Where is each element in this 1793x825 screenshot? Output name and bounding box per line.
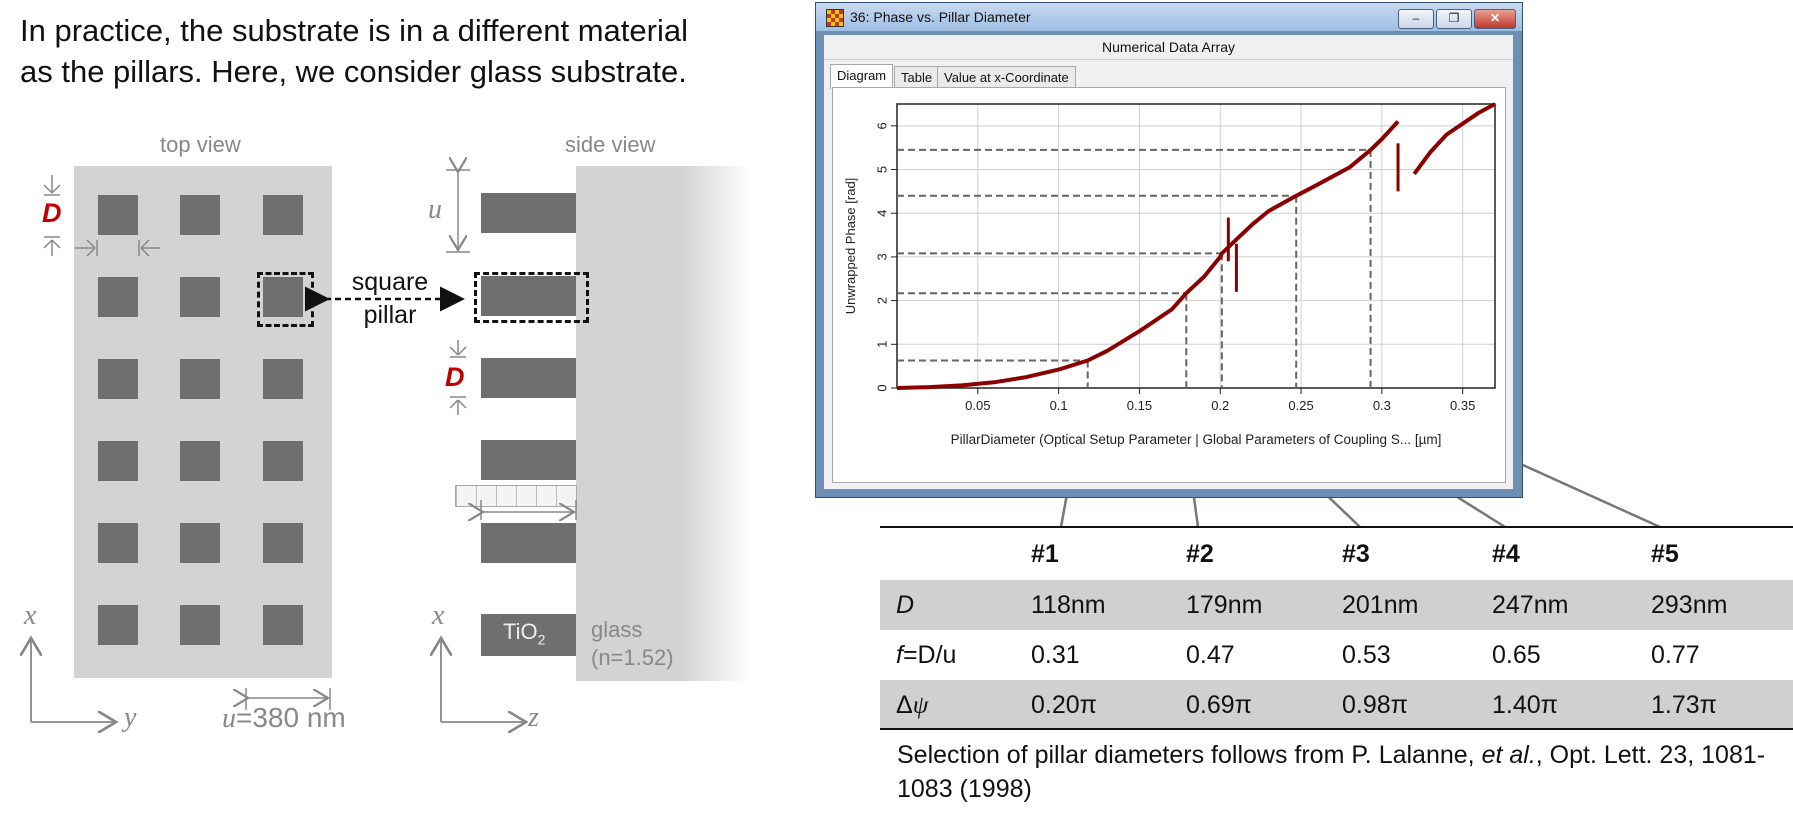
row-label-d: D — [896, 591, 915, 619]
d-dimension-side — [449, 340, 467, 415]
table-cell: 0.53 — [1342, 641, 1391, 669]
reference-etal: et al. — [1481, 741, 1536, 769]
table-cell: 0.31 — [1031, 641, 1080, 669]
plot-area: 0.05 0.1 0.15 0.2 0.25 0.3 0.35 0 1 2 3 4 5 6 PillarDi… — [832, 87, 1506, 483]
y-axis-label: Unwrapped Phase [rad] — [843, 178, 858, 315]
reference-text: Selection of pillar diameters follows fr… — [897, 738, 1777, 806]
minimize-button[interactable]: ‒ — [1398, 9, 1434, 29]
y-tick-label: 2 — [874, 297, 889, 304]
table-top-rule — [880, 526, 1793, 528]
table-header-row: #1 #2 #3 #4 #5 — [880, 529, 1793, 579]
y-tick-label: 3 — [874, 253, 889, 260]
tab-table[interactable]: Table — [894, 66, 940, 89]
window-title: 36: Phase vs. Pillar Diameter — [850, 9, 1031, 25]
table-cell: 247nm — [1492, 591, 1569, 619]
phase-series-line — [896, 102, 1496, 390]
table-cell: 293nm — [1651, 591, 1728, 619]
y-tick-label: 1 — [874, 341, 889, 348]
table-cell: 118nm — [1031, 591, 1106, 619]
table-cell: 201nm — [1342, 591, 1419, 619]
table-header-4: #4 — [1492, 540, 1520, 568]
table-cell: 0.77 — [1651, 641, 1700, 669]
app-icon — [826, 9, 844, 27]
plot-frame — [896, 103, 1496, 389]
x-tick-label: 0.3 — [1373, 398, 1391, 413]
y-tick-label: 0 — [874, 384, 889, 391]
period-dimension — [246, 688, 331, 710]
window-body: Numerical Data Array Diagram Table Value… — [824, 35, 1513, 489]
table-header-5: #5 — [1651, 540, 1679, 568]
table-row-f: f=D/u 0.31 0.47 0.53 0.65 0.77 — [880, 630, 1793, 680]
axes-side-view — [441, 638, 526, 722]
axes-top-view — [31, 638, 116, 722]
table-cell: 179nm — [1186, 591, 1263, 619]
y-tick-label: 4 — [874, 210, 889, 217]
table-cell: 0.69π — [1186, 691, 1252, 719]
table-bottom-rule — [880, 728, 1793, 730]
d-dimension-top — [43, 175, 160, 257]
table-row-phase: Δψ 0.20π 0.69π 0.98π 1.40π 1.73π — [880, 680, 1793, 730]
table-cell: 0.98π — [1342, 691, 1408, 719]
reference-prefix: Selection of pillar diameters follows fr… — [897, 741, 1482, 769]
x-tick-label: 0.25 — [1288, 398, 1313, 413]
table-cell: 1.40π — [1492, 691, 1558, 719]
x-tick-label: 0.05 — [965, 398, 990, 413]
table-header-2: #2 — [1186, 540, 1214, 568]
x-tick-label: 0.1 — [1050, 398, 1068, 413]
row-label-phase: Δψ — [896, 691, 929, 719]
restore-button[interactable]: ❐ — [1436, 9, 1472, 29]
side-width-dimension — [481, 500, 577, 520]
table-header-1: #1 — [1031, 540, 1059, 568]
tab-diagram[interactable]: Diagram — [830, 64, 894, 89]
x-tick-label: 0.15 — [1127, 398, 1152, 413]
table-row-d: D 118nm 179nm 201nm 247nm 293nm — [880, 580, 1793, 630]
u-dimension-side — [446, 170, 470, 253]
x-tick-label: 0.2 — [1211, 398, 1229, 413]
y-tick-label: 5 — [874, 166, 889, 173]
row-label-f: f=D/u — [896, 641, 957, 669]
x-axis-label: PillarDiameter (Optical Setup Parameter … — [951, 432, 1442, 447]
table-cell: 0.65 — [1492, 641, 1541, 669]
window-titlebar[interactable]: 36: Phase vs. Pillar Diameter ‒ ❐ ✕ — [816, 3, 1522, 31]
x-tick-label: 0.35 — [1450, 398, 1475, 413]
phase-chart: 0.05 0.1 0.15 0.2 0.25 0.3 0.35 0 1 2 3 4 5 6 PillarDi… — [843, 102, 1496, 447]
chart-window: 36: Phase vs. Pillar Diameter ‒ ❐ ✕ Nume… — [815, 2, 1523, 498]
table-cell: 0.47 — [1186, 641, 1235, 669]
tab-value-at-x[interactable]: Value at x-Coordinate — [937, 66, 1076, 89]
table-header-3: #3 — [1342, 540, 1370, 568]
table-cell: 1.73π — [1651, 691, 1717, 719]
table-cell: 0.20π — [1031, 691, 1097, 719]
numerical-data-array-header: Numerical Data Array — [824, 35, 1513, 60]
y-tick-label: 6 — [874, 122, 889, 129]
close-button[interactable]: ✕ — [1474, 9, 1516, 29]
